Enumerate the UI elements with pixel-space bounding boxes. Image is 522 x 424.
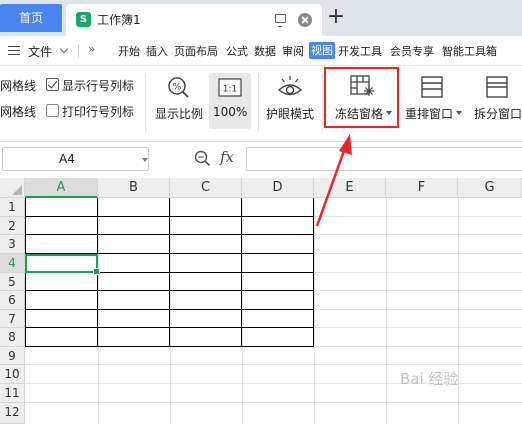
- watermark-logo: Bai 经验: [400, 368, 520, 418]
- watermark-text: Bai 经验: [400, 370, 459, 388]
- annotation-arrow: [315, 134, 352, 227]
